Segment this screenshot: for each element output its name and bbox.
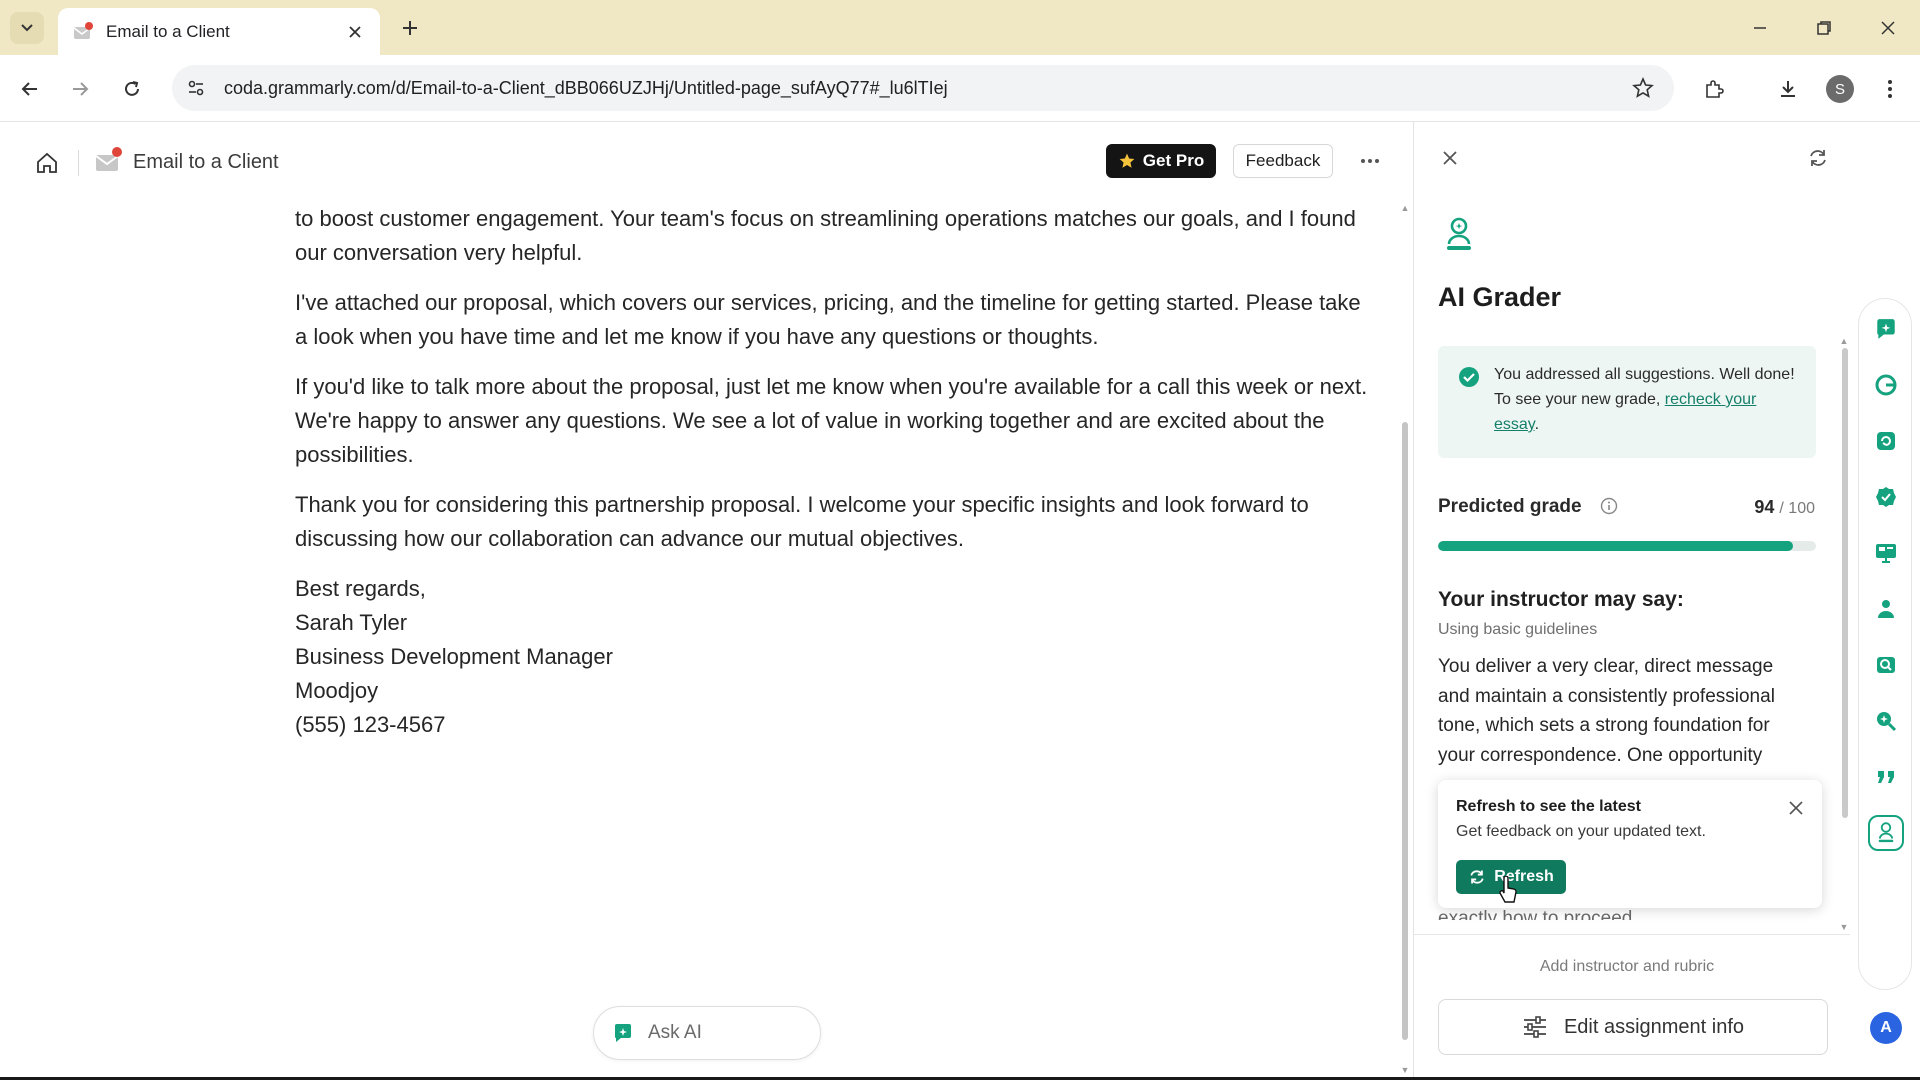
check-circle-icon — [1458, 366, 1480, 388]
grade-progress-fill — [1438, 541, 1794, 551]
signature-line: Moodjoy — [295, 678, 379, 703]
success-message: You addressed all suggestions. Well done… — [1438, 346, 1816, 458]
predicted-grade-label: Predicted grade — [1438, 496, 1582, 517]
panel-scroll-up-arrow[interactable]: ▲ — [1839, 336, 1849, 346]
app-area: Email to a Client Get Pro Feedback to bo… — [0, 122, 1920, 1080]
envelope-favicon-icon — [72, 21, 94, 43]
signature-line: Sarah Tyler — [295, 610, 408, 635]
paragraph: I've attached our proposal, which covers… — [295, 290, 1361, 349]
ai-grader-rail-icon[interactable] — [1868, 815, 1904, 851]
grade-score: 94 / 100 — [1754, 497, 1815, 518]
doc-scroll-up-arrow[interactable]: ▲ — [1400, 204, 1410, 213]
back-arrow-icon[interactable] — [12, 71, 48, 107]
browser-toolbar: coda.grammarly.com/d/Email-to-a-Client_d… — [0, 55, 1920, 122]
panel-title: AI Grader — [1438, 282, 1562, 312]
tab-title: Email to a Client — [106, 21, 230, 41]
paragraph: to boost customer engagement. Your team'… — [295, 206, 1356, 265]
edit-assignment-button[interactable]: Edit assignment info — [1438, 999, 1828, 1055]
signature-block: Best regards, Sarah Tyler Business Devel… — [295, 572, 1375, 742]
document-body[interactable]: to boost customer engagement. Your team'… — [295, 202, 1375, 972]
badge-check-icon[interactable] — [1868, 479, 1904, 515]
extensions-puzzle-icon[interactable] — [1696, 71, 1732, 107]
plagiarism-icon[interactable] — [1868, 647, 1904, 683]
reload-icon[interactable] — [114, 71, 150, 107]
profile-avatar[interactable]: S — [1826, 75, 1854, 103]
browser-tab-bar: Email to a Client — [0, 0, 1920, 55]
panel-scrollbar-thumb[interactable] — [1842, 348, 1848, 818]
window-close-icon[interactable] — [1868, 10, 1908, 46]
tab-search-button[interactable] — [10, 12, 44, 44]
chevron-down-icon — [21, 24, 33, 32]
ask-ai-label: Ask AI — [648, 1022, 702, 1043]
feedback-button[interactable]: Feedback — [1233, 144, 1333, 178]
doc-scrollbar-thumb[interactable] — [1402, 422, 1408, 1040]
rewrite-icon[interactable] — [1868, 423, 1904, 459]
popover-title: Refresh to see the latest — [1456, 798, 1641, 815]
download-icon[interactable] — [1770, 71, 1806, 107]
grade-max: / 100 — [1779, 500, 1815, 517]
address-bar[interactable]: coda.grammarly.com/d/Email-to-a-Client_d… — [172, 65, 1674, 111]
header-divider — [78, 150, 79, 176]
browser-tab[interactable]: Email to a Client — [58, 8, 380, 55]
more-options-icon[interactable] — [1352, 146, 1388, 176]
bookmark-star-icon[interactable] — [1630, 75, 1656, 101]
grammarly-rail: A — [1850, 122, 1920, 1080]
info-icon[interactable] — [1600, 497, 1618, 515]
instructor-subtitle: Using basic guidelines — [1438, 621, 1598, 638]
sliders-icon — [1523, 1016, 1546, 1038]
paragraph: If you'd like to talk more about the pro… — [295, 374, 1368, 467]
minimize-icon[interactable] — [1740, 10, 1780, 46]
forward-arrow-icon[interactable] — [62, 71, 98, 107]
grade-value: 94 — [1754, 497, 1775, 517]
instructor-title: Your instructor may say: — [1438, 588, 1684, 611]
signature-line: (555) 123-4567 — [295, 712, 446, 737]
citation-quote-icon[interactable] — [1868, 759, 1904, 795]
home-icon[interactable] — [32, 148, 62, 178]
grade-progress-bar — [1438, 541, 1816, 551]
reader-person-icon[interactable] — [1868, 591, 1904, 627]
url-text: coda.grammarly.com/d/Email-to-a-Client_d… — [224, 77, 948, 98]
ask-ai-button[interactable]: Ask AI — [593, 1006, 821, 1060]
refresh-icon — [1470, 870, 1484, 884]
doc-header: Email to a Client Get Pro Feedback — [0, 122, 1413, 202]
rail-tools — [1858, 298, 1912, 990]
signature-line: Best regards, — [295, 576, 426, 601]
ai-chat-icon — [615, 1024, 631, 1042]
tab-close-icon[interactable] — [344, 21, 366, 43]
ai-chat-rail-icon[interactable] — [1868, 311, 1904, 347]
popover-close-icon[interactable] — [1786, 798, 1806, 818]
paragraph: Thank you for considering this partnersh… — [295, 492, 1309, 551]
success-end: . — [1534, 416, 1540, 433]
new-tab-plus-icon[interactable] — [396, 14, 424, 42]
get-pro-button[interactable]: Get Pro — [1106, 144, 1216, 178]
grammarly-g-icon[interactable] — [1868, 367, 1904, 403]
signature-line: Business Development Manager — [295, 644, 613, 669]
edit-assignment-label: Edit assignment info — [1563, 1015, 1745, 1038]
panel-separator — [1414, 934, 1851, 935]
panel-scroll-down-arrow[interactable]: ▼ — [1839, 922, 1849, 932]
panel-close-icon[interactable] — [1436, 144, 1464, 172]
mouse-cursor-icon — [1498, 875, 1518, 904]
presentation-icon[interactable] — [1868, 535, 1904, 571]
get-pro-label: Get Pro — [1142, 151, 1205, 170]
panel-refresh-icon[interactable] — [1804, 144, 1832, 172]
envelope-doc-icon — [94, 146, 124, 176]
kebab-menu-icon[interactable] — [1872, 71, 1908, 107]
popover-text: Get feedback on your updated text. — [1456, 823, 1706, 840]
instructor-feedback-text: You deliver a very clear, direct message… — [1438, 656, 1775, 766]
restore-icon[interactable] — [1804, 10, 1844, 46]
ai-detector-search-icon[interactable] — [1868, 703, 1904, 739]
site-settings-icon[interactable] — [176, 68, 216, 108]
account-avatar[interactable]: A — [1870, 1012, 1902, 1044]
refresh-popover: Refresh to see the latest Get feedback o… — [1438, 780, 1822, 908]
doc-title[interactable]: Email to a Client — [133, 151, 279, 174]
doc-scroll-down-arrow[interactable]: ▼ — [1400, 1066, 1410, 1075]
ai-grader-panel: AI Grader You addressed all suggestions.… — [1413, 122, 1851, 1080]
star-icon — [1119, 153, 1135, 168]
add-instructor-link[interactable]: Add instructor and rubric — [1438, 958, 1816, 976]
grader-person-icon — [1441, 216, 1477, 254]
